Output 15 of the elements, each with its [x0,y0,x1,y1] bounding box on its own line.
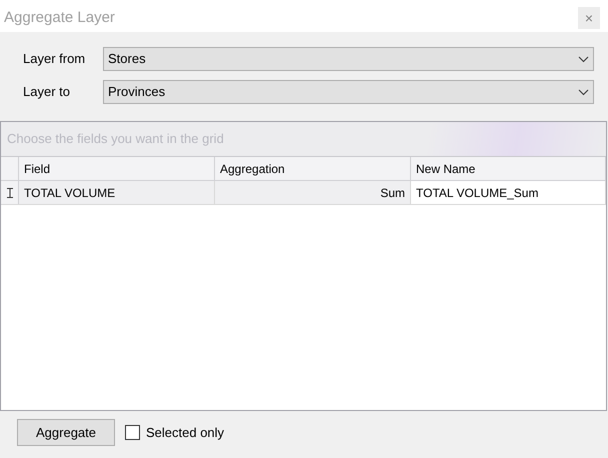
window-title: Aggregate Layer [4,8,115,28]
aggregate-button[interactable]: Aggregate [17,419,115,446]
field-label: Layer from [23,50,86,68]
table-cell: Sum [215,181,411,204]
dropdown[interactable]: Provinces [103,80,594,104]
dropdown[interactable]: Stores [103,47,594,71]
checkbox[interactable] [125,425,140,440]
column-header[interactable]: Field [19,157,215,180]
chevron-down-icon [578,88,589,96]
field-label: Layer to [23,83,71,102]
column-header[interactable]: New Name [411,157,606,180]
table-cell: TOTAL VOLUME [19,181,215,204]
column-header[interactable]: Aggregation [215,157,411,180]
checkbox-label[interactable]: Selected only [146,422,224,442]
chevron-down-icon [578,56,589,62]
